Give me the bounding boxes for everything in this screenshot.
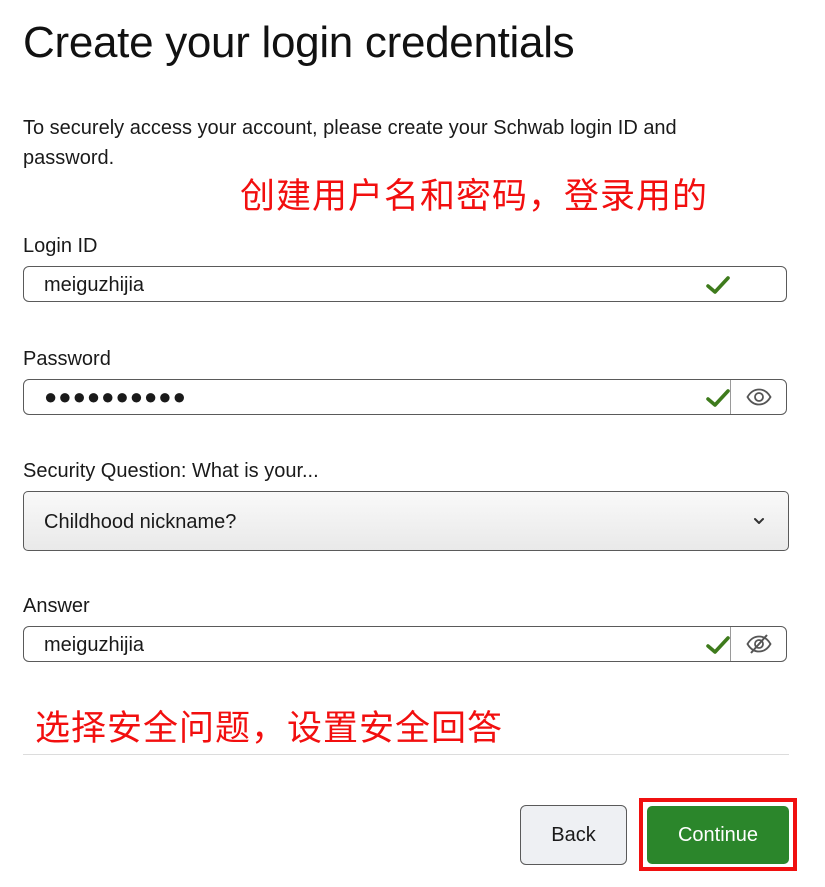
eye-slash-icon [745,634,772,654]
chevron-down-icon [754,518,764,524]
security-question-value: Childhood nickname? [44,511,237,533]
login-id-field[interactable]: meiguzhijia [23,266,787,302]
continue-button[interactable]: Continue [647,806,789,864]
password-value: ●●●●●●●●●● [44,384,187,409]
login-id-label: Login ID [23,235,98,257]
back-button[interactable]: Back [520,805,627,865]
eye-icon [745,388,772,406]
password-label: Password [23,348,111,370]
checkmark-icon [706,636,730,654]
security-question-select[interactable]: Childhood nickname? [23,491,789,551]
password-field[interactable]: ●●●●●●●●●● [23,379,787,415]
divider [23,754,789,755]
show-password-button[interactable] [730,380,786,414]
answer-label: Answer [23,595,90,617]
security-question-label: Security Question: What is your... [23,460,319,482]
annotation-top: 创建用户名和密码，登录用的 [240,177,709,217]
answer-value: meiguzhijia [44,634,145,656]
page-title: Create your login credentials [23,18,575,67]
hide-answer-button[interactable] [730,627,786,661]
answer-field[interactable]: meiguzhijia [23,626,787,662]
intro-text: To securely access your account, please … [23,117,677,169]
annotation-bottom: 选择安全问题，设置安全回答 [35,709,504,749]
checkmark-icon [706,276,730,294]
checkmark-icon [706,389,730,407]
login-id-value: meiguzhijia [44,274,145,296]
